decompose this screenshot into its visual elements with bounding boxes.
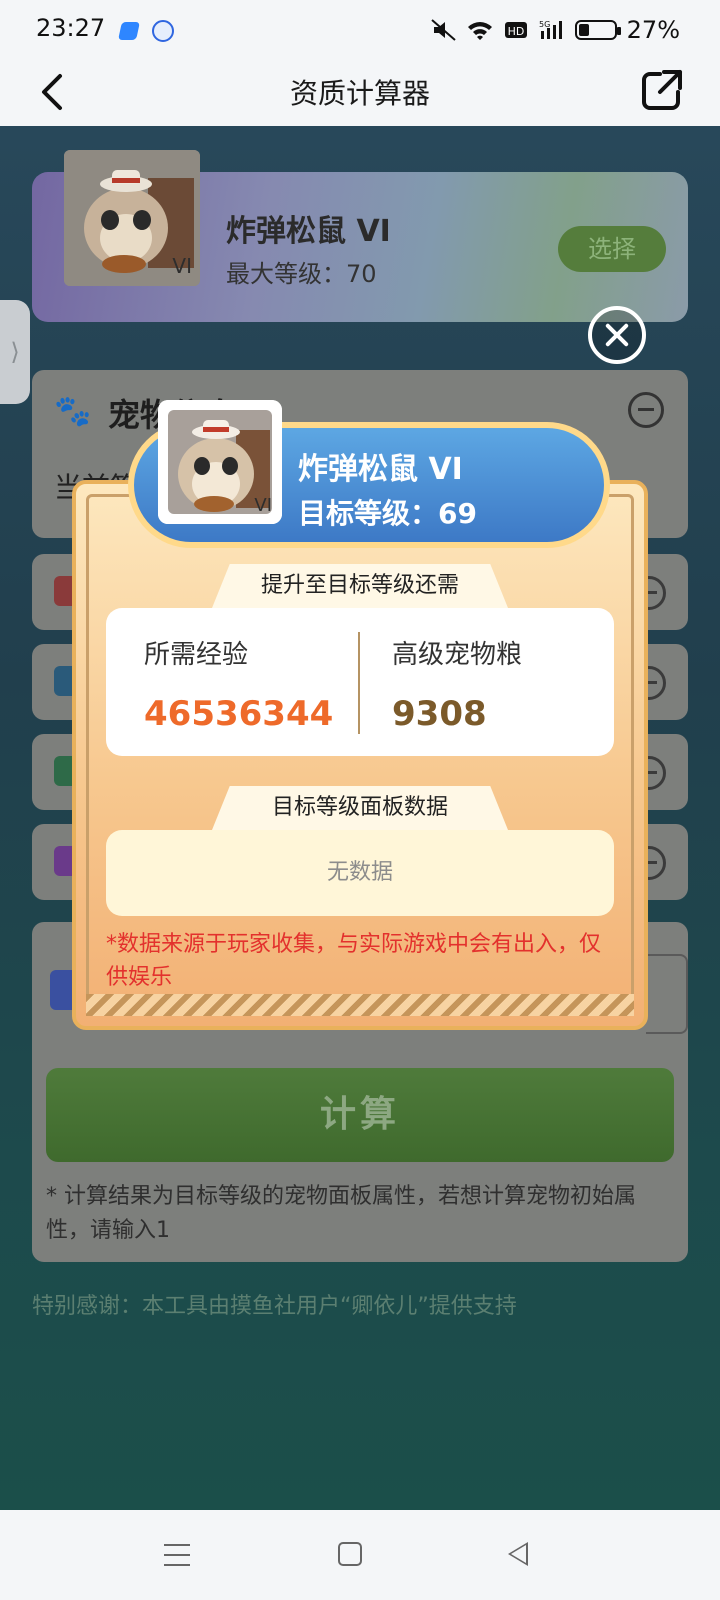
exp-label: 所需经验: [144, 640, 249, 670]
app-notification-icon: [118, 22, 140, 40]
divider: [358, 632, 360, 734]
home-icon[interactable]: [338, 1542, 362, 1566]
menu-icon[interactable]: [164, 1544, 190, 1566]
modal-pet-avatar: VI: [158, 400, 282, 524]
app-header: 资质计算器: [0, 62, 720, 126]
target-level-input[interactable]: [646, 954, 688, 1034]
page-title: 资质计算器: [289, 77, 430, 110]
panel-data-empty: 无数据: [106, 830, 614, 916]
side-drawer-handle[interactable]: ⟩: [0, 300, 30, 404]
calculate-note: * 计算结果为目标等级的宠物面板属性，若想计算宠物初始属性，请输入1: [46, 1184, 636, 1243]
pet-food-label: 高级宠物粮: [392, 640, 523, 670]
pet-food-value: 9308: [392, 694, 487, 734]
share-icon[interactable]: [638, 66, 686, 114]
baidu-notification-icon: [152, 20, 174, 42]
rank-badge: VI: [172, 254, 192, 278]
thanks-text: 特别感谢：本工具由摸鱼社用户“卿依儿”提供支持: [32, 1294, 517, 1319]
5g-signal-icon: 5G: [539, 20, 562, 39]
wifi-icon: [467, 22, 492, 40]
pet-name: 炸弹松鼠 VI: [226, 214, 391, 249]
status-time: 23:27: [36, 14, 106, 42]
modal-target-level: 目标等级：69: [298, 497, 477, 530]
mute-icon: [431, 19, 456, 41]
battery-percent: 27%: [626, 16, 680, 44]
battery-icon: [574, 20, 621, 40]
system-nav-bar: [0, 1510, 720, 1600]
section-title-upgrade: 提升至目标等级还需: [212, 564, 508, 608]
modal-pet-name: 炸弹松鼠 VI: [298, 452, 463, 487]
calculate-button[interactable]: 计算: [46, 1068, 674, 1162]
select-pet-button[interactable]: 选择: [558, 226, 666, 272]
close-icon[interactable]: [588, 306, 646, 364]
paw-icon: 🐾: [54, 394, 92, 429]
collapse-icon[interactable]: [628, 392, 664, 428]
modal-rank-badge: VI: [254, 495, 272, 516]
svg-text:HD: HD: [507, 25, 524, 38]
pet-avatar: VI: [64, 150, 200, 286]
exp-value: 46536344: [144, 694, 334, 734]
status-bar: 23:27 HD 5G 27%: [0, 0, 720, 62]
upgrade-requirements-box: 所需经验 46536344 高级宠物粮 9308: [106, 608, 614, 756]
svg-text:5G: 5G: [539, 20, 550, 29]
hd-icon: HD: [504, 22, 527, 38]
modal-decoration: [86, 994, 634, 1016]
section-title-panel: 目标等级面板数据: [212, 786, 508, 830]
status-icons: HD 5G 27%: [431, 16, 680, 44]
back-triangle-icon[interactable]: [508, 1542, 528, 1566]
disclaimer-text: *数据来源于玩家收集，与实际游戏中会有出入，仅供娱乐: [106, 932, 602, 990]
pet-max-level: 最大等级：70: [226, 260, 377, 288]
